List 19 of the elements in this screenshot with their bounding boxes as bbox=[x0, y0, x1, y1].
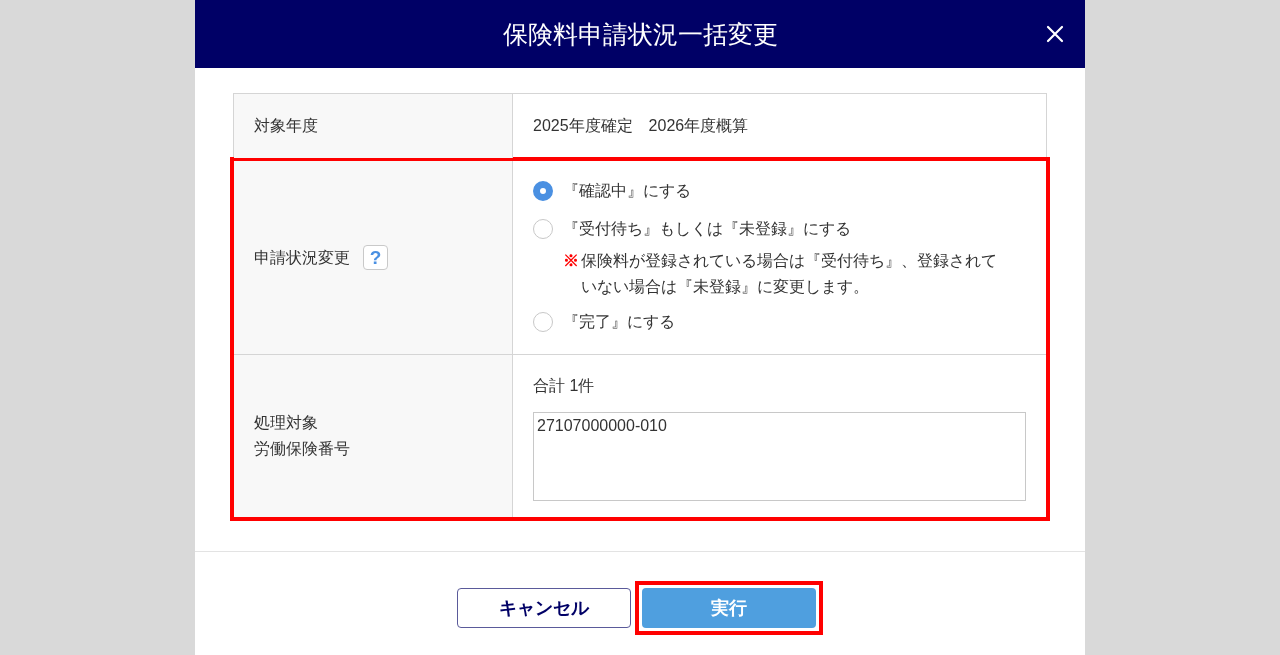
radio-button[interactable] bbox=[533, 312, 553, 332]
field-label: 労働保険番号 bbox=[254, 439, 350, 459]
cancel-button[interactable]: キャンセル bbox=[457, 588, 631, 628]
note-mark: ※ bbox=[563, 251, 579, 271]
count-text: 合計 1件 bbox=[533, 376, 596, 396]
close-icon bbox=[1046, 25, 1064, 43]
radio-button[interactable] bbox=[533, 219, 553, 239]
radio-label[interactable]: 『完了』にする bbox=[563, 310, 675, 334]
field-label: 処理対象 bbox=[254, 413, 319, 433]
radio-label[interactable]: 『受付待ち』もしくは『未登録』にする bbox=[563, 217, 851, 241]
radio-label[interactable]: 『確認中』にする bbox=[563, 179, 691, 203]
radio-button[interactable] bbox=[533, 181, 553, 201]
note-text: 保険料が登録されている場合は『受付待ち』、登録されていない場合は『未登録』に変更します。 bbox=[581, 251, 998, 297]
field-label: 対象年度 bbox=[254, 116, 318, 136]
field-value: 2025年度確定 2026年度概算 bbox=[533, 117, 749, 134]
textarea-field[interactable]: 27107000000-010 bbox=[533, 412, 1026, 501]
dialog-title: 保険料申請状況一括変更 bbox=[501, 19, 779, 49]
field-label: 申請状況変更 bbox=[254, 247, 350, 268]
close-button[interactable] bbox=[1046, 25, 1064, 43]
